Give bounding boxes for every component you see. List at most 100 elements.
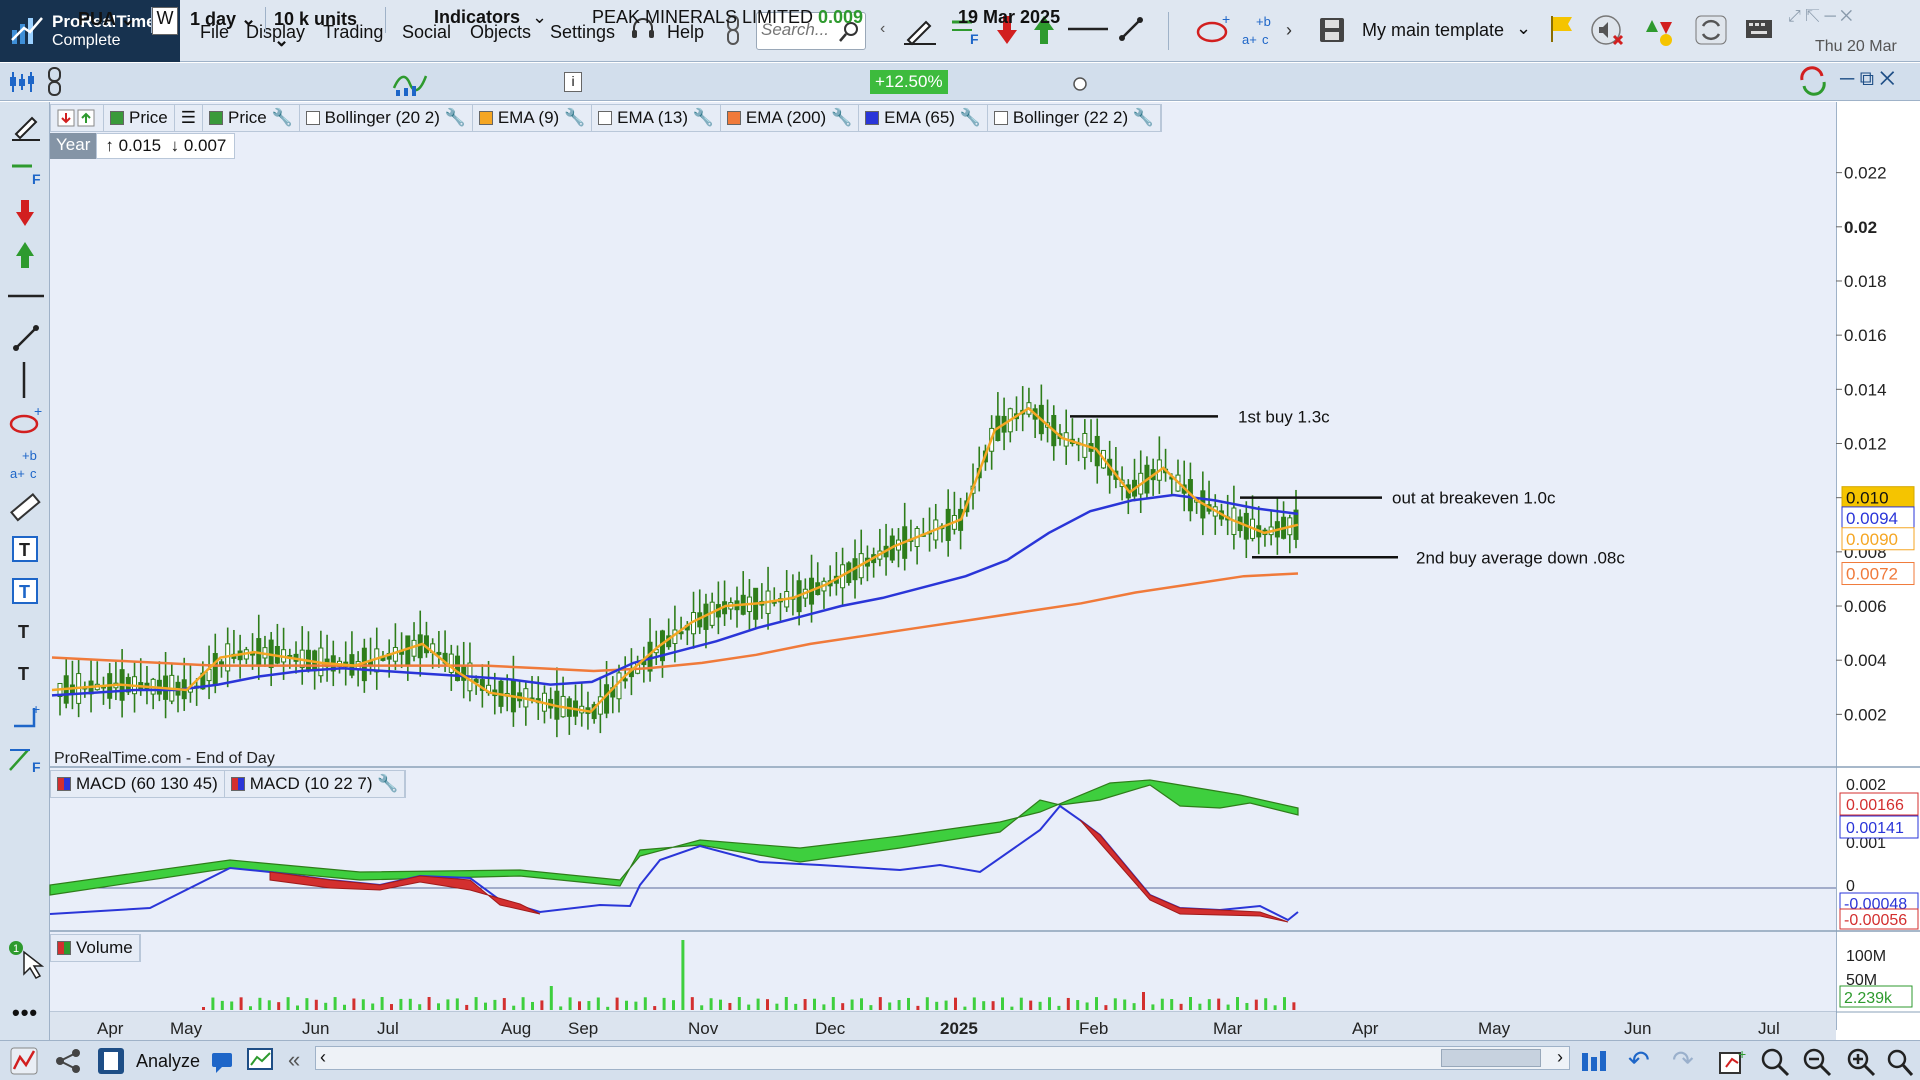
volume-bar: [747, 1004, 751, 1010]
volume-bar: [841, 1003, 845, 1010]
volume-bar: [1057, 1005, 1061, 1010]
volume-bar: [202, 1007, 205, 1010]
volume-bar: [991, 1001, 995, 1010]
wrench-icon[interactable]: 🔧: [377, 774, 398, 794]
legend-item[interactable]: Bollinger (22 2) 🔧: [988, 105, 1162, 131]
price-tick-label: 0.022: [1844, 164, 1887, 183]
volume-bar: [474, 997, 478, 1010]
volume-bar: [888, 1002, 892, 1010]
auto-scale-icon[interactable]: +: [1718, 1047, 1748, 1075]
zoom-area-icon[interactable]: [1760, 1047, 1790, 1077]
legend-swatch: [478, 111, 493, 125]
horizontal-scrollbar[interactable]: ‹ ›: [315, 1046, 1570, 1070]
x-axis-label: Apr: [97, 1019, 124, 1038]
legend-item[interactable]: EMA (200) 🔧: [721, 105, 860, 131]
volume-bar: [1132, 1003, 1136, 1010]
legend-item[interactable]: EMA (13) 🔧: [592, 105, 721, 131]
wrench-icon[interactable]: 🔧: [693, 108, 714, 128]
price-tag-value: 0.0072: [1846, 565, 1898, 584]
legend-item[interactable]: MACD (10 22 7) 🔧: [225, 771, 406, 797]
volume-bar: [1076, 1000, 1080, 1010]
wrench-icon[interactable]: 🔧: [271, 108, 292, 128]
legend-arrows[interactable]: [51, 105, 104, 131]
share-icon[interactable]: [54, 1047, 82, 1075]
volume-bar: [737, 997, 741, 1010]
price-candle-body: [604, 684, 610, 714]
legend-item[interactable]: Price: [104, 105, 175, 131]
legend-label: MACD (10 22 7): [249, 774, 373, 793]
macd-tag-value: -0.00056: [1844, 912, 1907, 929]
legend-item[interactable]: Volume: [51, 935, 140, 961]
x-axis-label: May: [170, 1019, 203, 1038]
chart-settings-icon[interactable]: [1580, 1049, 1608, 1075]
legend-item[interactable]: Price 🔧: [203, 105, 300, 131]
volume-bar: [878, 997, 882, 1010]
volume-bar: [606, 1006, 610, 1010]
chat-icon[interactable]: [210, 1049, 236, 1075]
volume-bar: [634, 1001, 638, 1010]
range-bar: Year ↑ 0.015 ↓ 0.007: [50, 133, 236, 159]
volume-bar: [907, 997, 910, 1010]
legend-item[interactable]: Bollinger (20 2) 🔧: [300, 105, 473, 131]
volume-bar: [512, 1005, 516, 1010]
scroll-right-icon[interactable]: ›: [1557, 1047, 1563, 1068]
volume-bar: [380, 997, 384, 1010]
svg-text:+: +: [1738, 1047, 1746, 1062]
volume-bar: [418, 1004, 422, 1010]
wrench-icon[interactable]: 🔧: [445, 108, 466, 128]
legend-list-icon[interactable]: ☰: [175, 105, 203, 131]
annotation-text: out at breakeven 1.0c: [1392, 489, 1556, 508]
volume-bar: [1113, 998, 1117, 1010]
legend-item[interactable]: MACD (60 130 45): [51, 771, 225, 797]
volume-bar: [728, 1002, 732, 1010]
legend-item[interactable]: EMA (9) 🔧: [473, 105, 593, 131]
legend-label: EMA (9): [497, 108, 560, 127]
undo-icon[interactable]: ↶: [1628, 1045, 1650, 1076]
volume-bar: [220, 1000, 224, 1010]
redo-icon[interactable]: ↷: [1672, 1045, 1694, 1076]
volume-bar: [267, 1000, 271, 1010]
volume-bar: [1001, 997, 1004, 1010]
legend-label: Price: [227, 108, 267, 127]
volume-bar: [916, 1005, 920, 1010]
x-axis-label: Feb: [1079, 1019, 1108, 1038]
zoom-in-icon[interactable]: [1846, 1047, 1876, 1077]
x-axis-label: Apr: [1352, 1019, 1379, 1038]
volume-bar: [559, 1006, 563, 1010]
range-low: 0.007: [183, 136, 227, 155]
legend-arrows-icon[interactable]: [57, 109, 97, 127]
legend-item[interactable]: EMA (65) 🔧: [859, 105, 988, 131]
wrench-icon[interactable]: 🔧: [1133, 108, 1154, 128]
reset-zoom-icon[interactable]: [1886, 1047, 1914, 1077]
volume-bar: [643, 997, 647, 1010]
wrench-icon[interactable]: 🔧: [831, 108, 852, 128]
volume-bar: [1292, 1002, 1296, 1010]
zoom-out-icon[interactable]: [1802, 1047, 1832, 1077]
range-period-button[interactable]: Year: [50, 133, 97, 159]
x-axis-label: Jul: [377, 1019, 399, 1038]
prorealtime-app-icon[interactable]: [10, 1047, 38, 1075]
volume-bar: [869, 1005, 873, 1010]
analyze-icon[interactable]: [96, 1046, 126, 1076]
collapse-left-icon[interactable]: «: [288, 1047, 300, 1073]
volume-bar: [860, 998, 863, 1010]
legend-swatch: [208, 111, 223, 125]
analyze-button[interactable]: Analyze: [136, 1051, 200, 1072]
legend-swatch: [598, 111, 613, 125]
x-axis-label: May: [1478, 1019, 1511, 1038]
legend-label: MACD (60 130 45): [76, 774, 218, 793]
scroll-left-icon[interactable]: ‹: [320, 1047, 326, 1068]
wrench-icon[interactable]: 🔧: [960, 108, 981, 128]
volume-bar: [1095, 997, 1098, 1010]
volume-bar: [493, 999, 497, 1010]
scrollbar-thumb[interactable]: [1441, 1049, 1541, 1067]
volume-bar: [803, 999, 807, 1010]
volume-bar: [1170, 999, 1174, 1010]
wrench-icon[interactable]: 🔧: [564, 108, 585, 128]
price-candle-body: [436, 651, 442, 655]
screener-icon[interactable]: [246, 1047, 276, 1075]
volume-bar: [944, 1000, 948, 1010]
volume-bar: [615, 997, 619, 1010]
x-axis-label: Aug: [501, 1019, 531, 1038]
volume-bar: [709, 998, 713, 1010]
